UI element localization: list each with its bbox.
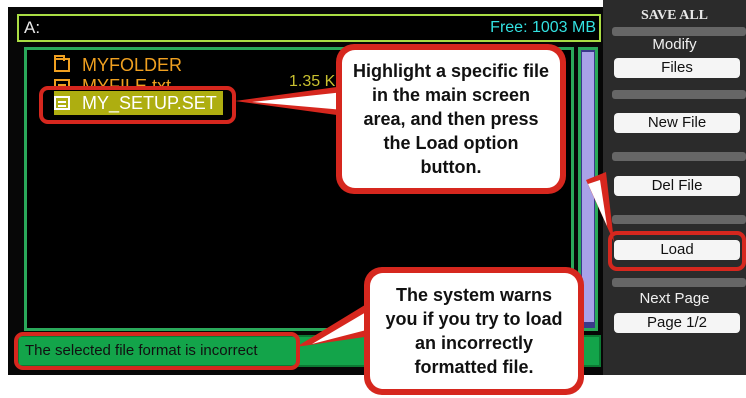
- file-item-name: MYFOLDER: [82, 54, 183, 75]
- selected-file-highlight: [39, 86, 236, 124]
- menu-divider: [612, 152, 746, 161]
- del-file-button[interactable]: Del File: [614, 176, 740, 196]
- load-button-highlight: [608, 231, 746, 271]
- new-file-button[interactable]: New File: [614, 113, 740, 133]
- file-size: 1.35 K: [289, 73, 336, 90]
- callout-bottom-text: The system warns you if you try to load …: [370, 273, 578, 389]
- files-button[interactable]: Files: [614, 58, 740, 78]
- next-page-label: Next Page: [639, 290, 710, 307]
- file-item-myfolder[interactable]: MYFOLDER: [54, 54, 182, 76]
- callout-top-text: Highlight a specific file in the main sc…: [342, 50, 560, 188]
- status-message-highlight: [14, 332, 300, 370]
- callout-top: Highlight a specific file in the main sc…: [336, 44, 566, 194]
- page-button[interactable]: Page 1/2: [614, 313, 740, 333]
- menu-divider: [612, 215, 746, 224]
- menu-divider: [612, 278, 746, 287]
- menu-divider: [612, 90, 746, 99]
- drive-path: A:: [24, 18, 41, 37]
- menu-title: SAVE ALL: [640, 8, 709, 23]
- free-space-label: Free: 1003 MB: [490, 19, 596, 36]
- menu-divider: [612, 27, 746, 36]
- callout-bottom: The system warns you if you try to load …: [364, 267, 584, 395]
- folder-icon: [54, 55, 70, 72]
- modify-label: Modify: [652, 36, 697, 53]
